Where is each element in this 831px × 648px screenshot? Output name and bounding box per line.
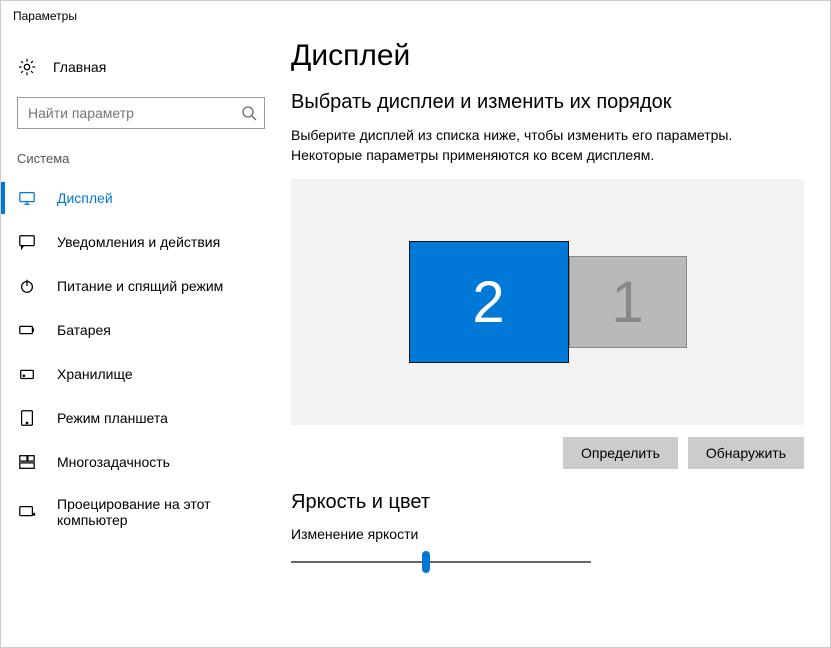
page-title: Дисплей: [291, 39, 804, 73]
identify-button[interactable]: Определить: [563, 437, 678, 469]
sidebar-item-label: Уведомления и действия: [57, 234, 220, 250]
sidebar-item-battery[interactable]: Батарея: [1, 308, 281, 352]
sidebar-item-label: Хранилище: [57, 366, 133, 382]
search-input[interactable]: [17, 97, 265, 129]
storage-icon: [17, 364, 37, 384]
sidebar-item-storage[interactable]: Хранилище: [1, 352, 281, 396]
gear-icon: [17, 57, 37, 77]
brightness-label: Изменение яркости: [291, 526, 804, 542]
sidebar-item-label: Режим планшета: [57, 410, 168, 426]
sidebar: Главная Система: [1, 27, 281, 647]
project-icon: [17, 502, 37, 522]
display-arrangement-panel[interactable]: 2 1: [291, 179, 804, 425]
sidebar-item-power[interactable]: Питание и спящий режим: [1, 264, 281, 308]
sidebar-item-notifications[interactable]: Уведомления и действия: [1, 220, 281, 264]
sidebar-nav: Дисплей Уведомления и действия: [1, 176, 281, 540]
monitor-tile-1[interactable]: 1: [569, 256, 687, 348]
content: Дисплей Выбрать дисплеи и изменить их по…: [281, 27, 830, 647]
monitor-tile-2[interactable]: 2: [409, 241, 569, 363]
sidebar-item-display[interactable]: Дисплей: [1, 176, 281, 220]
chat-icon: [17, 232, 37, 252]
home-label: Главная: [53, 59, 106, 75]
brightness-heading: Яркость и цвет: [291, 491, 804, 514]
sidebar-section-label: Система: [1, 147, 281, 176]
arrange-description: Выберите дисплей из списка ниже, чтобы и…: [291, 126, 804, 165]
brightness-slider[interactable]: [291, 561, 591, 563]
multitask-icon: [17, 452, 37, 472]
sidebar-item-projecting[interactable]: Проецирование на этот компьютер: [1, 484, 281, 540]
tablet-icon: [17, 408, 37, 428]
sidebar-item-tablet[interactable]: Режим планшета: [1, 396, 281, 440]
home-link[interactable]: Главная: [1, 51, 281, 83]
sidebar-item-label: Питание и спящий режим: [57, 278, 223, 294]
search-icon: [241, 105, 257, 121]
sidebar-item-label: Многозадачность: [57, 454, 170, 470]
monitor-icon: [17, 188, 37, 208]
power-icon: [17, 276, 37, 296]
detect-button[interactable]: Обнаружить: [688, 437, 804, 469]
window-title: Параметры: [1, 1, 830, 27]
battery-icon: [17, 320, 37, 340]
sidebar-item-label: Дисплей: [57, 190, 113, 206]
sidebar-item-multitask[interactable]: Многозадачность: [1, 440, 281, 484]
sidebar-item-label: Батарея: [57, 322, 111, 338]
sidebar-item-label: Проецирование на этот компьютер: [57, 496, 265, 528]
arrange-heading: Выбрать дисплеи и изменить их порядок: [291, 91, 804, 114]
